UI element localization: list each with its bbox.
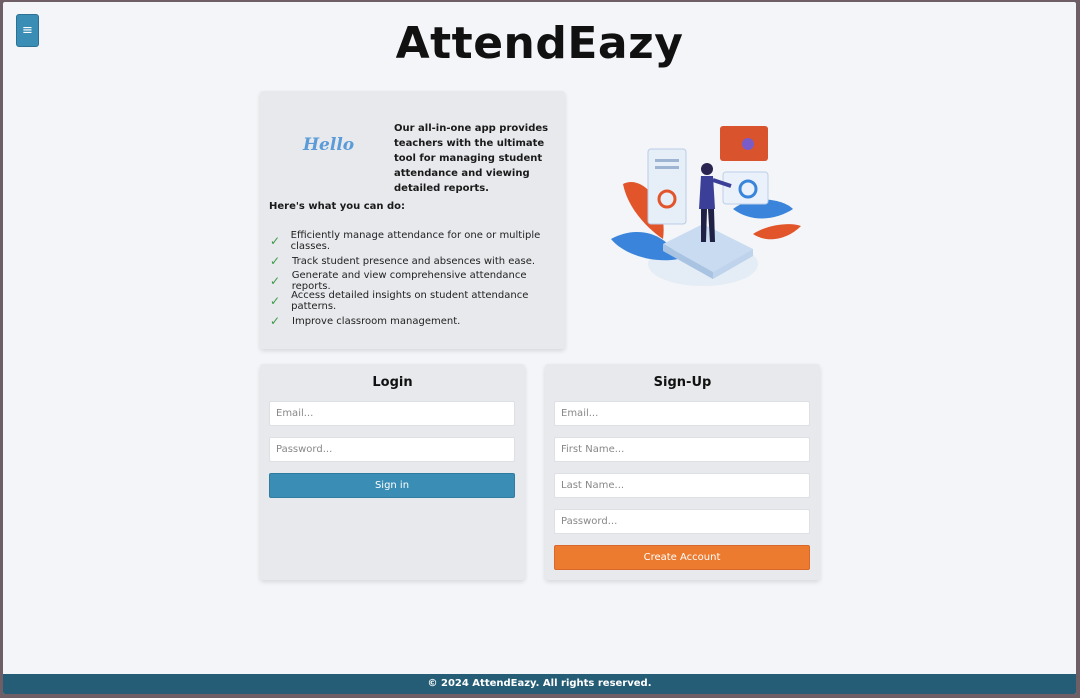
feature-list: ✓ Efficiently manage attendance for one o… (270, 230, 565, 331)
checkmark-icon: ✓ (270, 314, 281, 328)
last-name-input[interactable] (554, 473, 810, 498)
login-title: Login (372, 375, 413, 390)
hello-graphic: Hello (303, 135, 355, 155)
page-title: AttendEazy (395, 18, 684, 69)
footer: © 2024 AttendEazy. All rights reserved. (3, 674, 1076, 694)
checkmark-icon: ✓ (270, 234, 281, 248)
list-item: ✓ Improve classroom management. (270, 314, 461, 328)
features-heading: Here's what you can do: (269, 201, 406, 212)
list-item: ✓ Access detailed insights on student att… (270, 290, 529, 312)
signup-password-input[interactable] (554, 509, 810, 534)
checkmark-icon: ✓ (270, 294, 281, 308)
create-account-button[interactable]: Create Account (554, 545, 810, 570)
signup-email-input[interactable] (554, 401, 810, 426)
login-password-input[interactable] (269, 437, 515, 462)
checkmark-icon: ✓ (270, 274, 281, 288)
login-card: Login Sign in (260, 364, 525, 580)
signup-card: Sign-Up Create Account (545, 364, 820, 580)
checkmark-icon: ✓ (270, 254, 281, 268)
app-window: ≡ AttendEazy Hello Our all-in-one app pr… (3, 2, 1076, 694)
list-item: ✓ Generate and view comprehensive attenda… (270, 270, 527, 292)
list-item: ✓ Track student presence and absences wit… (270, 254, 536, 268)
login-email-input[interactable] (269, 401, 515, 426)
list-item: ✓ Efficiently manage attendance for one o… (270, 230, 541, 252)
signup-title: Sign-Up (653, 375, 712, 390)
intro-description: Our all-in-one app provides teachers wit… (394, 123, 549, 194)
sign-in-button[interactable]: Sign in (269, 473, 515, 498)
first-name-input[interactable] (554, 437, 810, 462)
dashboard-illustration (611, 126, 801, 286)
intro-card: Hello Our all-in-one app provides teache… (260, 91, 565, 349)
